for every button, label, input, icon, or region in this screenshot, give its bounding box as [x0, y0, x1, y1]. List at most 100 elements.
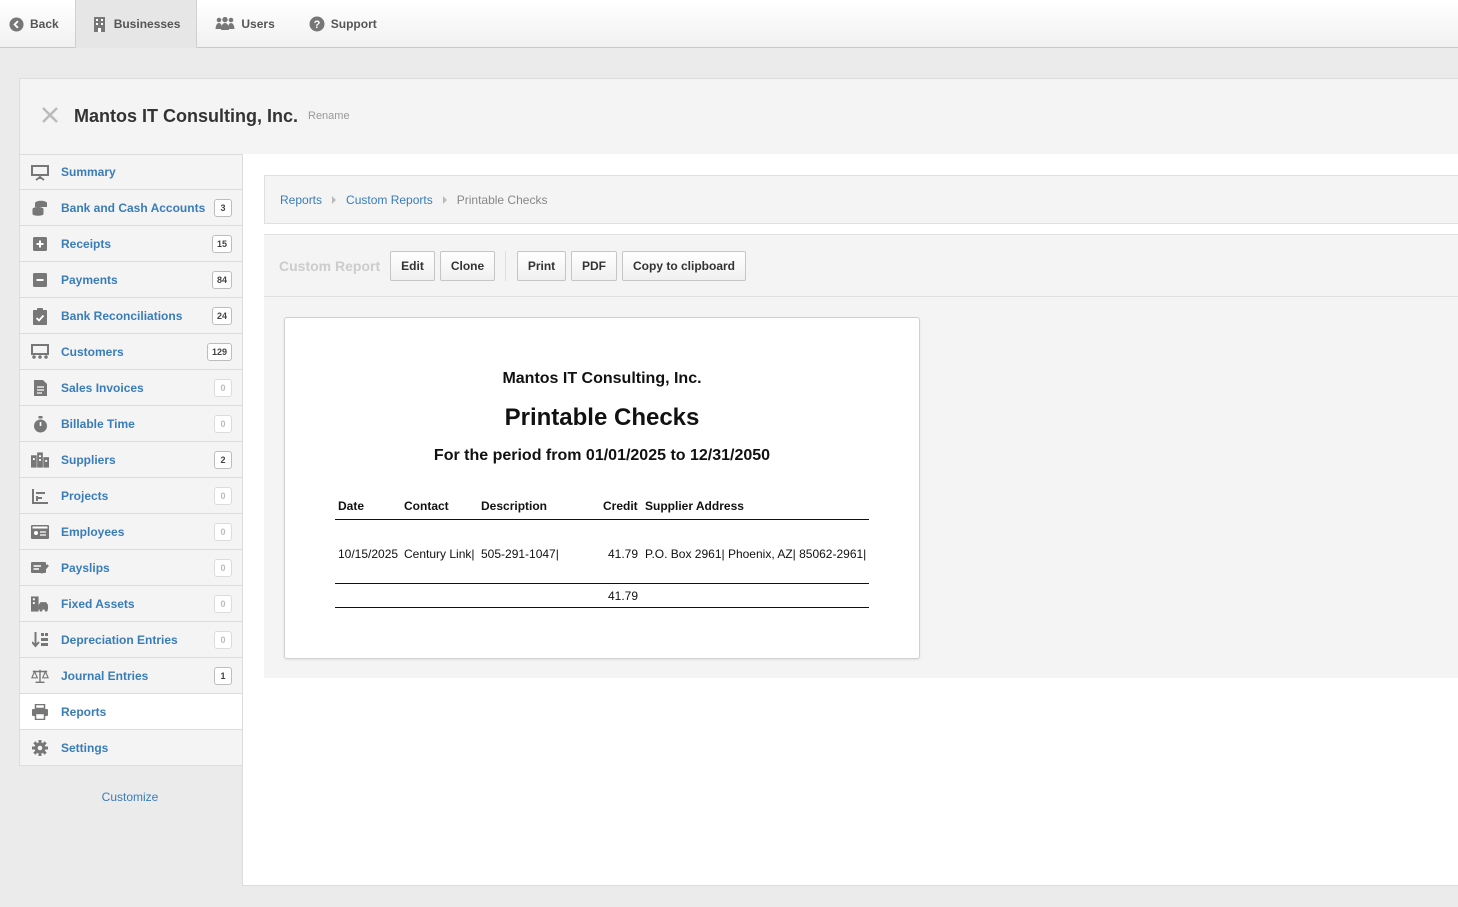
col-date: Date: [338, 499, 365, 513]
sidebar-item-label: Fixed Assets: [61, 596, 135, 611]
business-header: Mantos IT Consulting, Inc. Rename: [19, 78, 1458, 155]
nav-users[interactable]: Users: [197, 0, 290, 48]
sidebar-item-depreciation-entries[interactable]: Depreciation Entries 0: [19, 622, 243, 658]
back-label: Back: [30, 17, 59, 31]
top-nav: Back Businesses Users ? Support: [0, 0, 1458, 48]
count-badge: 24: [211, 307, 232, 325]
sidebar-item-reports[interactable]: Reports: [19, 694, 243, 730]
count-badge: 3: [214, 199, 232, 217]
col-credit: Credit: [603, 499, 638, 513]
sidebar-item-receipts[interactable]: Receipts 15: [19, 226, 243, 262]
count-badge: 2: [214, 451, 232, 469]
table-total-row: 41.79: [335, 584, 869, 608]
users-icon: [215, 16, 235, 32]
pdf-button[interactable]: PDF: [571, 251, 617, 281]
sidebar-item-label: Sales Invoices: [61, 380, 144, 395]
count-badge: 129: [206, 343, 232, 361]
col-supplier-address: Supplier Address: [645, 499, 744, 513]
customize-link[interactable]: Customize: [19, 790, 241, 804]
minus-square-icon: [31, 271, 49, 289]
table-row: 10/15/2025 Century Link| 505-291-1047| 4…: [335, 520, 869, 584]
breadcrumb-separator-icon: [332, 195, 337, 204]
business-name: Mantos IT Consulting, Inc.: [74, 106, 298, 126]
sidebar-item-fixed-assets[interactable]: Fixed Assets 0: [19, 586, 243, 622]
sidebar-item-settings[interactable]: Settings: [19, 730, 243, 766]
back-arrow-icon: [8, 16, 24, 32]
count-badge: 0: [214, 595, 232, 613]
report-period: For the period from 01/01/2025 to 12/31/…: [433, 447, 771, 464]
sidebar-item-payments[interactable]: Payments 84: [19, 262, 243, 298]
count-badge: 15: [211, 235, 232, 253]
sidebar-item-projects[interactable]: Projects 0: [19, 478, 243, 514]
gear-icon: [31, 739, 49, 757]
count-badge: 84: [211, 271, 232, 289]
sidebar-item-suppliers[interactable]: Suppliers 2: [19, 442, 243, 478]
sidebar: Summary Bank and Cash Accounts 3 Receipt…: [19, 154, 243, 804]
count-badge: 0: [214, 415, 232, 433]
sidebar-item-label: Payments: [61, 272, 118, 287]
bar-chart-icon: [31, 487, 49, 505]
edit-button[interactable]: Edit: [390, 251, 435, 281]
question-icon: ?: [309, 16, 325, 32]
col-contact: Contact: [404, 499, 449, 513]
print-button[interactable]: Print: [517, 251, 566, 281]
sidebar-item-label: Billable Time: [61, 416, 135, 431]
breadcrumb-current: Printable Checks: [456, 192, 548, 207]
count-badge: 0: [214, 559, 232, 577]
sidebar-item-billable-time[interactable]: Billable Time 0: [19, 406, 243, 442]
count-badge: 0: [214, 523, 232, 541]
businesses-label: Businesses: [113, 17, 181, 31]
users-label: Users: [241, 17, 275, 31]
report-document: Mantos IT Consulting, Inc. Printable Che…: [284, 317, 920, 659]
cell-credit: 41.79: [608, 547, 639, 561]
sidebar-item-label: Receipts: [61, 236, 112, 251]
count-badge: 0: [214, 379, 232, 397]
clipboard-check-icon: [31, 307, 49, 325]
building-icon: [92, 16, 108, 32]
breadcrumb-reports[interactable]: Reports: [280, 193, 322, 207]
breadcrumb: Reports Custom Reports Printable Checks: [264, 175, 1458, 224]
sidebar-item-bank-reconciliations[interactable]: Bank Reconciliations 24: [19, 298, 243, 334]
clone-button[interactable]: Clone: [440, 251, 495, 281]
cell-supplier-address: P.O. Box 2961| Phoenix, AZ| 85062-2961|: [645, 547, 867, 561]
report-table: Date Contact Description Credit Supplier…: [335, 497, 869, 608]
col-description: Description: [481, 499, 548, 513]
sidebar-item-bank-and-cash-accounts[interactable]: Bank and Cash Accounts 3: [19, 190, 243, 226]
main-content: Reports Custom Reports Printable Checks …: [242, 154, 1458, 886]
sidebar-item-label: Settings: [61, 740, 109, 755]
nav-support[interactable]: ? Support: [291, 0, 393, 48]
sidebar-item-label: Employees: [61, 524, 125, 539]
report-company: Mantos IT Consulting, Inc.: [502, 370, 702, 387]
sidebar-item-label: Reports: [61, 704, 107, 719]
nav-businesses[interactable]: Businesses: [74, 0, 198, 48]
sidebar-item-label: Bank and Cash Accounts: [61, 200, 206, 215]
sidebar-item-journal-entries[interactable]: Journal Entries 1: [19, 658, 243, 694]
sort-down-icon: [31, 631, 49, 649]
sidebar-item-label: Summary: [61, 165, 116, 179]
sidebar-item-payslips[interactable]: Payslips 0: [19, 550, 243, 586]
buildings-icon: [31, 451, 49, 469]
report-panel: Custom Report Edit Clone Print PDF Copy …: [264, 234, 1458, 678]
building-car-icon: [31, 595, 49, 613]
support-label: Support: [330, 17, 377, 31]
sidebar-item-customers[interactable]: Customers 129: [19, 334, 243, 370]
report-title: Printable Checks: [504, 404, 700, 431]
printer-icon: [31, 703, 49, 721]
back-button[interactable]: Back: [0, 0, 75, 48]
toolbar-divider: [505, 251, 506, 281]
rename-link[interactable]: Rename: [308, 110, 350, 122]
summary-icon: [31, 164, 49, 182]
copy-to-clipboard-button[interactable]: Copy to clipboard: [622, 251, 746, 281]
sidebar-item-summary[interactable]: Summary: [19, 154, 243, 190]
sidebar-item-sales-invoices[interactable]: Sales Invoices 0: [19, 370, 243, 406]
report-toolbar: Custom Report Edit Clone Print PDF Copy …: [264, 235, 1458, 297]
sidebar-item-employees[interactable]: Employees 0: [19, 514, 243, 550]
close-icon[interactable]: [39, 104, 61, 126]
sidebar-item-label: Suppliers: [61, 452, 116, 467]
breadcrumb-custom-reports[interactable]: Custom Reports: [346, 193, 433, 207]
count-badge: 0: [214, 631, 232, 649]
svg-text:?: ?: [313, 19, 320, 31]
total-credit: 41.79: [608, 589, 639, 603]
payslip-icon: [31, 559, 49, 577]
scale-icon: [31, 667, 49, 685]
